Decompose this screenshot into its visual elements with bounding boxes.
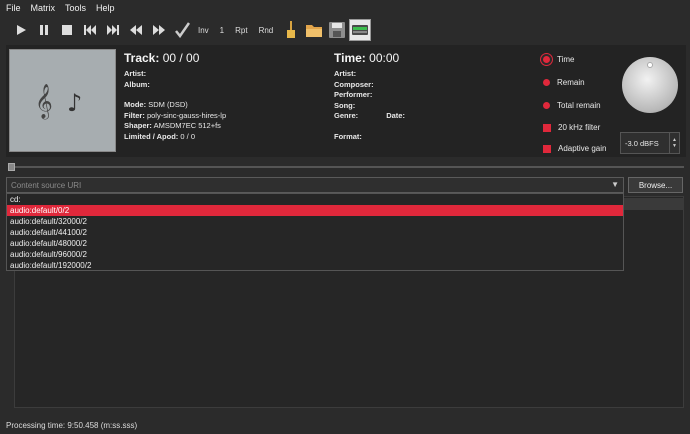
song-label: Song: <box>334 100 356 110</box>
checkbox-adaptive-label: Adaptive gain <box>558 144 607 153</box>
volume-knob[interactable] <box>622 57 678 113</box>
gain-spinbox[interactable]: -3.0 dBFS ▲ ▼ <box>620 132 680 154</box>
track-label: Track: <box>124 51 160 65</box>
radio-remain[interactable]: Remain <box>543 78 585 87</box>
dropdown-item[interactable]: audio:default/48000/2 <box>7 238 623 249</box>
time-label: Time: <box>334 51 366 65</box>
dropdown-item[interactable]: audio:default/96000/2 <box>7 249 623 260</box>
spin-down-icon[interactable]: ▼ <box>672 143 677 149</box>
radio-time-label: Time <box>557 55 575 64</box>
repeat-button[interactable]: Rpt <box>231 19 251 41</box>
track-value: 00 / 00 <box>162 51 200 65</box>
radio-dot-icon <box>543 102 550 109</box>
music-note-icon: 𝄞 ♪ <box>35 84 82 120</box>
time-value: 00:00 <box>369 51 400 65</box>
time-info: Time: 00:00 Artist: Composer: Performer:… <box>334 51 405 143</box>
dropdown-item[interactable]: audio:default/44100/2 <box>7 227 623 238</box>
limited-value: 0 / 0 <box>180 131 195 141</box>
radio-remain-label: Remain <box>557 78 585 87</box>
performer-label: Performer: <box>334 90 373 100</box>
checkmark-icon[interactable] <box>171 19 193 41</box>
fast-forward-icon[interactable] <box>148 19 170 41</box>
menu-bar: File Matrix Tools Help <box>0 0 690 16</box>
dropdown-item-selected[interactable]: audio:default/0/2 <box>7 205 623 216</box>
radio-dot-icon <box>543 79 550 86</box>
svg-text:♪: ♪ <box>67 89 82 117</box>
checkbox-adaptive-gain[interactable]: Adaptive gain <box>543 144 606 153</box>
mode-label: Mode: <box>124 100 147 110</box>
mode-value: SDM (DSD) <box>148 100 188 110</box>
spin-buttons[interactable]: ▲ ▼ <box>669 133 679 153</box>
track-info: Track: 00 / 00 Artist: Album: Mode: SDM … <box>124 51 226 143</box>
previous-track-icon[interactable] <box>79 19 101 41</box>
scanner-icon[interactable] <box>349 19 372 41</box>
play-icon[interactable] <box>10 19 32 41</box>
uri-placeholder: Content source URI <box>11 180 82 190</box>
dropdown-item[interactable]: audio:default/192000/2 <box>7 260 623 271</box>
genre-label: Genre: <box>334 111 359 121</box>
next-track-icon[interactable] <box>102 19 124 41</box>
pause-icon[interactable] <box>33 19 55 41</box>
slider-track <box>8 166 684 168</box>
checkbox-20khz-filter[interactable]: 20 kHz filter <box>543 123 600 132</box>
seek-slider[interactable] <box>8 163 684 171</box>
uri-dropdown-list: cd: audio:default/0/2 audio:default/3200… <box>6 193 624 271</box>
save-icon[interactable] <box>326 19 348 41</box>
radio-time[interactable]: Time <box>543 55 574 64</box>
brush-icon[interactable] <box>280 19 302 41</box>
artist-label-2: Artist: <box>334 69 357 78</box>
info-panel: 𝄞 ♪ Track: 00 / 00 Artist: Album: Mode: … <box>6 45 686 157</box>
invert-button[interactable]: Inv <box>194 19 213 41</box>
dropdown-item[interactable]: cd: <box>7 194 623 205</box>
knob-indicator <box>647 62 653 68</box>
limited-label: Limited / Apod: <box>124 131 179 141</box>
shaper-value: AMSDM7EC 512+fs <box>153 121 221 131</box>
menu-matrix[interactable]: Matrix <box>31 3 56 13</box>
album-cover: 𝄞 ♪ <box>9 49 116 152</box>
chevron-down-icon[interactable]: ▼ <box>611 180 619 189</box>
radio-dot-icon <box>543 56 550 63</box>
format-label: Format: <box>334 131 362 141</box>
stop-icon[interactable] <box>56 19 78 41</box>
random-button[interactable]: Rnd <box>255 19 278 41</box>
checkbox-icon <box>543 144 551 153</box>
single-button[interactable]: 1 <box>216 19 228 41</box>
status-bar: Processing time: 9:50.458 (m:ss.sss) <box>6 421 138 430</box>
browse-button[interactable]: Browse... <box>628 177 683 193</box>
gain-value: -3.0 dBFS <box>625 138 659 148</box>
rewind-icon[interactable] <box>125 19 147 41</box>
content-source-uri-input[interactable]: Content source URI ▼ <box>6 177 624 193</box>
album-label: Album: <box>124 79 150 89</box>
radio-total-remain[interactable]: Total remain <box>543 101 601 110</box>
filter-label: Filter: <box>124 110 145 120</box>
svg-text:𝄞: 𝄞 <box>35 84 53 120</box>
slider-handle[interactable] <box>8 163 15 171</box>
menu-file[interactable]: File <box>6 3 21 13</box>
menu-tools[interactable]: Tools <box>65 3 86 13</box>
filter-value: poly-sinc-gauss-hires-lp <box>146 110 227 120</box>
folder-open-icon[interactable] <box>303 19 325 41</box>
checkbox-20khz-label: 20 kHz filter <box>558 123 601 132</box>
toolbar: Inv 1 Rpt Rnd <box>0 16 690 44</box>
artist-label: Artist: <box>124 69 147 78</box>
radio-total-remain-label: Total remain <box>557 101 601 110</box>
date-label: Date: <box>386 111 405 121</box>
shaper-label: Shaper: <box>124 121 152 131</box>
composer-label: Composer: <box>334 79 374 89</box>
checkbox-icon <box>543 123 551 132</box>
menu-help[interactable]: Help <box>96 3 115 13</box>
dropdown-item[interactable]: audio:default/32000/2 <box>7 216 623 227</box>
